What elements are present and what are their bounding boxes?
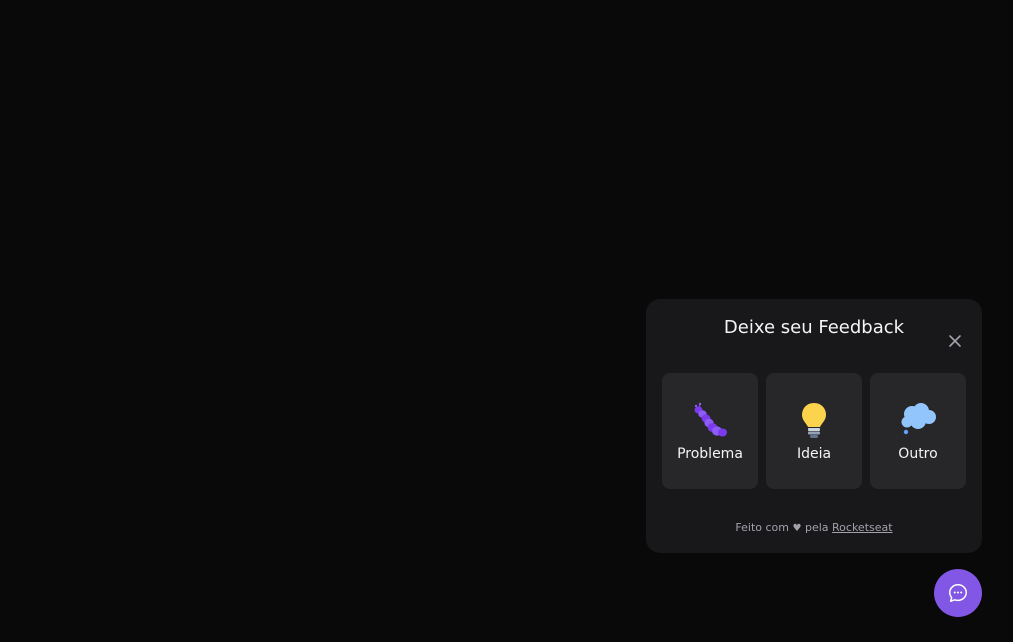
thought-bubble-icon bbox=[901, 403, 936, 435]
option-label-ideia: Ideia bbox=[796, 446, 832, 462]
rocketseat-link[interactable]: Rocketseat bbox=[832, 521, 893, 534]
option-label-problema: Problema bbox=[677, 446, 743, 462]
option-ideia[interactable]: Ideia bbox=[766, 373, 862, 489]
option-label-outro: Outro bbox=[898, 446, 938, 462]
close-icon bbox=[949, 335, 961, 347]
feedback-type-options: Problema Ideia Outro bbox=[662, 373, 966, 489]
lightbulb-icon bbox=[802, 403, 826, 438]
widget-header: Deixe seu Feedback bbox=[646, 315, 982, 347]
option-problema[interactable]: Problema bbox=[662, 373, 758, 489]
feedback-fab-button[interactable] bbox=[934, 569, 982, 617]
widget-title: Deixe seu Feedback bbox=[723, 317, 905, 338]
chat-bubble-icon bbox=[949, 584, 967, 602]
widget-footer: Feito com ♥ pela Rocketseat bbox=[646, 521, 982, 534]
option-outro[interactable]: Outro bbox=[870, 373, 966, 489]
close-button[interactable] bbox=[947, 333, 963, 349]
heart-icon: ♥ bbox=[792, 523, 802, 534]
feedback-widget: Deixe seu Feedback Problema Ideia Outro … bbox=[646, 299, 982, 553]
footer-prefix: Feito com bbox=[735, 521, 790, 534]
bug-icon bbox=[694, 402, 727, 437]
footer-middle: pela bbox=[804, 521, 829, 534]
